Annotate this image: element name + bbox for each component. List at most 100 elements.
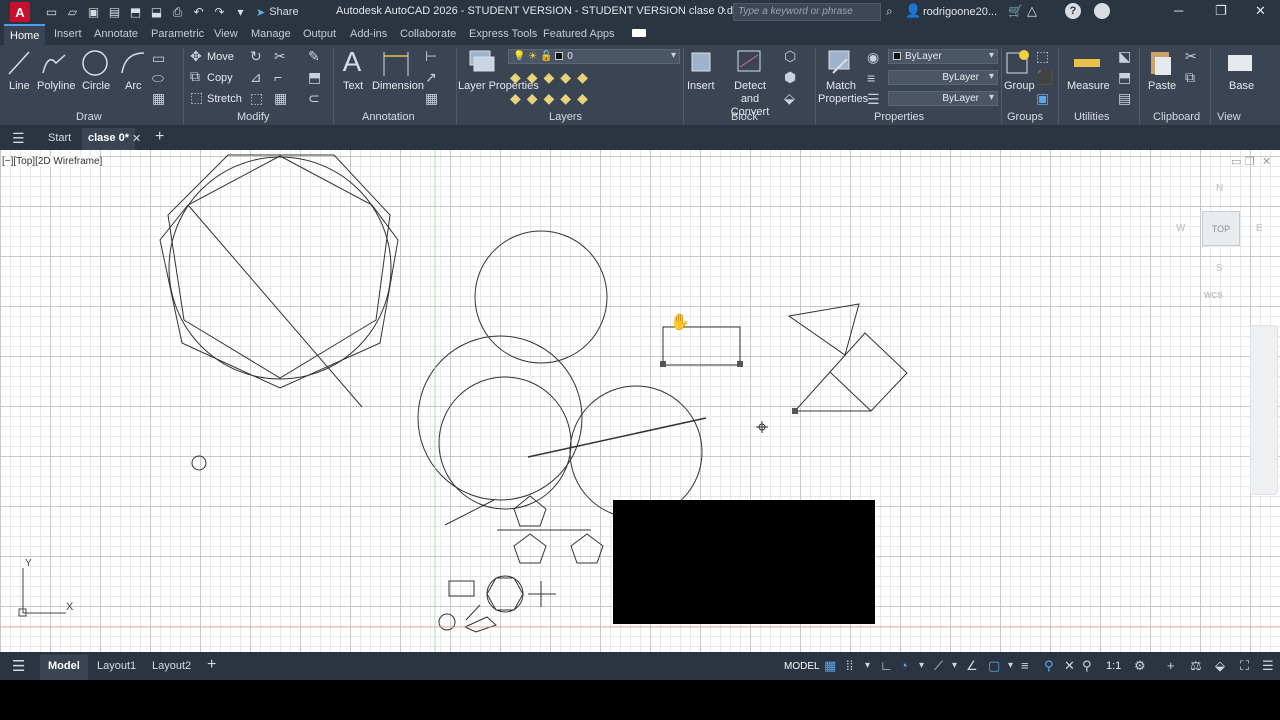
lineweight-icon[interactable]: ☰ [867,91,880,108]
insert-icon[interactable] [686,47,716,77]
cut-icon[interactable]: ✂ [1185,48,1197,65]
line-button[interactable]: Line [9,80,30,92]
tab-drawing[interactable]: clase 0* [82,128,135,150]
customization-icon[interactable]: ☰ [1262,658,1274,674]
compass-north[interactable]: N [1216,183,1223,194]
viewport-close-icon[interactable]: ✕ [1262,155,1271,168]
arc-icon[interactable] [119,49,147,77]
group-edit-icon[interactable]: ⬛ [1036,69,1053,86]
detect-convert-icon[interactable] [734,47,764,77]
chat-icon[interactable] [1094,3,1110,19]
copy-button[interactable]: Copy [207,72,233,84]
user-icon[interactable]: 👤 [905,3,921,19]
move-icon[interactable]: ✥ [190,48,202,65]
properties-panel-title[interactable]: Properties [874,111,924,123]
new-tab-icon[interactable]: + [155,128,164,146]
match-properties-icon[interactable] [825,47,855,77]
groups-panel-title[interactable]: Groups [1007,111,1043,123]
viewcube-top[interactable]: TOP [1202,211,1240,246]
polar-dropdown-icon[interactable]: ▾ [919,660,924,671]
lineweight-dropdown[interactable]: ByLayer [888,91,998,106]
open-web-icon[interactable]: ⬒ [126,3,145,22]
polyline-icon[interactable] [40,49,68,77]
annotation-scale-icon[interactable]: ⚲ [1082,658,1092,674]
quick-select-icon[interactable]: ⬕ [1118,48,1131,65]
polyline-button[interactable]: Polyline [37,80,76,92]
circle-icon[interactable] [81,48,109,78]
copy-clip-icon[interactable]: ⧉ [1185,69,1195,86]
layout-menu-icon[interactable]: ☰ [12,657,25,675]
paste-button[interactable]: Paste [1148,80,1176,92]
fillet-icon[interactable]: ⌐ [274,69,282,85]
navigation-bar[interactable] [1250,325,1278,495]
modify-panel-title[interactable]: Modify [237,111,269,123]
edit-block-icon[interactable]: ⬢ [784,69,796,86]
ribbon-toggle-icon[interactable] [632,29,646,37]
annotation-scale-dropdown[interactable]: 1:1 [1106,660,1121,672]
compass-west[interactable]: W [1176,223,1185,234]
undo-icon[interactable]: ↶ [189,3,208,22]
lineweight-toggle-icon[interactable]: ≡ [1021,658,1029,673]
isolate-objects-icon[interactable]: ⬙ [1215,658,1225,674]
model-space-button[interactable]: MODEL [784,661,820,672]
tab-insert[interactable]: Insert [54,28,82,40]
chevron-right-icon[interactable]: › [722,4,726,16]
group-select-icon[interactable]: ▣ [1036,90,1049,107]
isodraft-icon[interactable]: ⟋ [934,658,943,674]
create-block-icon[interactable]: ⬡ [784,48,796,65]
rectangle-icon[interactable]: ▭ [152,50,165,67]
customize-icon[interactable]: ▾ [231,3,250,22]
copy-icon[interactable]: ⧉ [190,68,200,85]
linetype-icon[interactable]: ≡ [867,70,875,86]
tab-parametric[interactable]: Parametric [151,28,204,40]
help-icon[interactable]: ? [1065,3,1081,19]
measure-icon[interactable] [1072,53,1102,73]
snap-icon[interactable]: ⁞⁞ [846,658,853,673]
new-icon[interactable]: ▭ [42,3,61,22]
group-button[interactable]: Group [1004,80,1035,92]
circle-button[interactable]: Circle [82,80,110,92]
ungroup-icon[interactable]: ⬚ [1036,48,1049,65]
viewport-minimize-icon[interactable]: ▭ [1231,155,1241,168]
tab-output[interactable]: Output [303,28,336,40]
add-layout-icon[interactable]: + [207,656,216,674]
viewport-restore-icon[interactable]: ❐ [1245,155,1255,168]
annotation-monitor-icon[interactable]: + [1167,658,1175,673]
tab-featured-apps[interactable]: Featured Apps [543,28,615,40]
iso-dropdown-icon[interactable]: ▾ [952,660,957,671]
attribute-icon[interactable]: ⬙ [784,90,795,107]
stretch-button[interactable]: Stretch [207,93,242,105]
tab-view[interactable]: View [214,28,238,40]
search-icon[interactable]: ⌕ [886,4,893,19]
group-icon[interactable] [1004,47,1032,77]
wcs-menu[interactable]: WCS [1204,291,1223,300]
viewport-controls[interactable]: [−][Top][2D Wireframe] [2,156,103,167]
layers-panel-title[interactable]: Layers [549,111,582,123]
array-icon[interactable]: ▦ [274,90,287,107]
workspace-gear-icon[interactable]: ⚙ [1134,658,1146,674]
stretch-icon[interactable]: ⬚ [190,89,203,106]
base-button[interactable]: Base [1229,80,1254,92]
tab-model[interactable]: Model [40,655,88,680]
annotation-panel-title[interactable]: Annotation [362,111,415,123]
minimize-icon[interactable]: ─ [1174,3,1183,18]
mirror-icon[interactable]: ⊿ [250,69,262,86]
menu-icon[interactable]: ☰ [12,130,25,147]
ellipse-icon[interactable]: ⬭ [152,70,164,87]
cart-icon[interactable]: 🛒 [1008,4,1023,18]
layer-properties-icon[interactable] [466,47,496,77]
open-icon[interactable]: ▱ [63,3,82,22]
a360-icon[interactable]: △ [1027,3,1037,19]
base-view-icon[interactable] [1225,49,1255,75]
rotate-icon[interactable]: ↻ [250,48,262,65]
save-web-icon[interactable]: ⬓ [147,3,166,22]
tab-manage[interactable]: Manage [251,28,291,40]
arc-button[interactable]: Arc [125,80,142,92]
units-icon[interactable]: ⚖ [1190,658,1202,674]
dimension-icon[interactable] [381,50,411,78]
tab-layout2[interactable]: Layout2 [152,660,191,672]
tab-start[interactable]: Start [48,132,71,144]
close-tab-icon[interactable]: ✕ [132,132,141,145]
id-point-icon[interactable]: ⬒ [1118,69,1131,86]
line-icon[interactable] [6,49,32,77]
